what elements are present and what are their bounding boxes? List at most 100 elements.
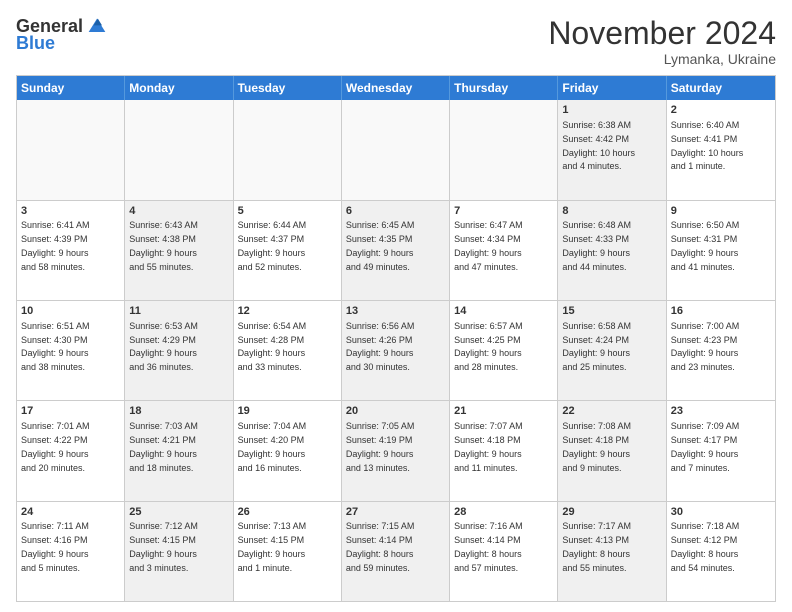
cal-cell-empty-0-0 <box>17 100 125 199</box>
day-info: Sunrise: 7:16 AM Sunset: 4:14 PM Dayligh… <box>454 521 523 572</box>
cal-cell-28: 28Sunrise: 7:16 AM Sunset: 4:14 PM Dayli… <box>450 502 558 601</box>
cal-cell-19: 19 Sunrise: 7:04 AM Sunset: 4:20 PM Dayli… <box>234 401 342 500</box>
cal-cell-5: 5Sunrise: 6:44 AM Sunset: 4:37 PM Daylig… <box>234 201 342 300</box>
day-number: 17 <box>21 404 120 419</box>
header-day-friday: Friday <box>558 76 666 100</box>
location: Lymanka, Ukraine <box>548 51 776 67</box>
calendar-body: 1 Sunrise: 6:38 AM Sunset: 4:42 PM Daylig… <box>17 100 775 601</box>
cal-cell-26: 26Sunrise: 7:13 AM Sunset: 4:15 PM Dayli… <box>234 502 342 601</box>
day-number: 3 <box>21 204 120 219</box>
day-info: Sunrise: 6:57 AM Sunset: 4:25 PM Dayligh… <box>454 321 523 372</box>
day-info: Sunrise: 6:43 AM Sunset: 4:38 PM Dayligh… <box>129 220 198 271</box>
day-info: Sunrise: 7:07 AM Sunset: 4:18 PM Dayligh… <box>454 421 523 472</box>
day-number: 5 <box>238 204 337 219</box>
day-info: Sunrise: 7:12 AM Sunset: 4:15 PM Dayligh… <box>129 521 198 572</box>
day-number: 29 <box>562 505 661 520</box>
day-number: 25 <box>129 505 228 520</box>
cal-row-1: 3Sunrise: 6:41 AM Sunset: 4:39 PM Daylig… <box>17 200 775 300</box>
day-number: 1 <box>562 103 661 118</box>
day-number: 26 <box>238 505 337 520</box>
day-number: 20 <box>346 404 445 419</box>
day-number: 12 <box>238 304 337 319</box>
day-number: 19 <box>238 404 337 419</box>
logo-icon <box>87 17 107 37</box>
day-info: Sunrise: 7:11 AM Sunset: 4:16 PM Dayligh… <box>21 521 89 572</box>
header-day-thursday: Thursday <box>450 76 558 100</box>
cal-cell-empty-0-1 <box>125 100 233 199</box>
logo: General Blue <box>16 16 107 54</box>
cal-cell-27: 27Sunrise: 7:15 AM Sunset: 4:14 PM Dayli… <box>342 502 450 601</box>
day-number: 15 <box>562 304 661 319</box>
day-info: Sunrise: 6:40 AM Sunset: 4:41 PM Dayligh… <box>671 120 744 171</box>
day-info: Sunrise: 6:41 AM Sunset: 4:39 PM Dayligh… <box>21 220 90 271</box>
cal-cell-18: 18 Sunrise: 7:03 AM Sunset: 4:21 PM Dayli… <box>125 401 233 500</box>
header-day-sunday: Sunday <box>17 76 125 100</box>
day-info: Sunrise: 7:09 AM Sunset: 4:17 PM Dayligh… <box>671 421 740 472</box>
day-info: Sunrise: 7:03 AM Sunset: 4:21 PM Dayligh… <box>129 421 198 472</box>
day-info: Sunrise: 6:58 AM Sunset: 4:24 PM Dayligh… <box>562 321 631 372</box>
cal-cell-14: 14 Sunrise: 6:57 AM Sunset: 4:25 PM Dayli… <box>450 301 558 400</box>
day-number: 22 <box>562 404 661 419</box>
cal-cell-7: 7Sunrise: 6:47 AM Sunset: 4:34 PM Daylig… <box>450 201 558 300</box>
cal-cell-17: 17 Sunrise: 7:01 AM Sunset: 4:22 PM Dayli… <box>17 401 125 500</box>
day-info: Sunrise: 6:50 AM Sunset: 4:31 PM Dayligh… <box>671 220 740 271</box>
day-number: 28 <box>454 505 553 520</box>
day-info: Sunrise: 7:13 AM Sunset: 4:15 PM Dayligh… <box>238 521 307 572</box>
cal-cell-25: 25Sunrise: 7:12 AM Sunset: 4:15 PM Dayli… <box>125 502 233 601</box>
day-number: 23 <box>671 404 771 419</box>
cal-cell-23: 23 Sunrise: 7:09 AM Sunset: 4:17 PM Dayli… <box>667 401 775 500</box>
day-info: Sunrise: 6:51 AM Sunset: 4:30 PM Dayligh… <box>21 321 90 372</box>
day-info: Sunrise: 6:45 AM Sunset: 4:35 PM Dayligh… <box>346 220 415 271</box>
header-day-wednesday: Wednesday <box>342 76 450 100</box>
day-number: 13 <box>346 304 445 319</box>
cal-cell-9: 9Sunrise: 6:50 AM Sunset: 4:31 PM Daylig… <box>667 201 775 300</box>
calendar: SundayMondayTuesdayWednesdayThursdayFrid… <box>16 75 776 602</box>
cal-cell-22: 22 Sunrise: 7:08 AM Sunset: 4:18 PM Dayli… <box>558 401 666 500</box>
cal-cell-8: 8Sunrise: 6:48 AM Sunset: 4:33 PM Daylig… <box>558 201 666 300</box>
calendar-header: SundayMondayTuesdayWednesdayThursdayFrid… <box>17 76 775 100</box>
day-info: Sunrise: 6:54 AM Sunset: 4:28 PM Dayligh… <box>238 321 307 372</box>
day-info: Sunrise: 6:47 AM Sunset: 4:34 PM Dayligh… <box>454 220 523 271</box>
day-info: Sunrise: 7:17 AM Sunset: 4:13 PM Dayligh… <box>562 521 631 572</box>
day-info: Sunrise: 7:15 AM Sunset: 4:14 PM Dayligh… <box>346 521 415 572</box>
day-number: 9 <box>671 204 771 219</box>
cal-cell-empty-0-3 <box>342 100 450 199</box>
cal-row-0: 1 Sunrise: 6:38 AM Sunset: 4:42 PM Daylig… <box>17 100 775 199</box>
day-info: Sunrise: 7:08 AM Sunset: 4:18 PM Dayligh… <box>562 421 631 472</box>
day-info: Sunrise: 6:38 AM Sunset: 4:42 PM Dayligh… <box>562 120 635 171</box>
cal-cell-15: 15 Sunrise: 6:58 AM Sunset: 4:24 PM Dayli… <box>558 301 666 400</box>
header-day-monday: Monday <box>125 76 233 100</box>
cal-cell-empty-0-2 <box>234 100 342 199</box>
cal-cell-16: 16 Sunrise: 7:00 AM Sunset: 4:23 PM Dayli… <box>667 301 775 400</box>
day-number: 7 <box>454 204 553 219</box>
cal-cell-30: 30Sunrise: 7:18 AM Sunset: 4:12 PM Dayli… <box>667 502 775 601</box>
day-number: 16 <box>671 304 771 319</box>
day-number: 24 <box>21 505 120 520</box>
day-number: 4 <box>129 204 228 219</box>
cal-cell-11: 11 Sunrise: 6:53 AM Sunset: 4:29 PM Dayli… <box>125 301 233 400</box>
month-title: November 2024 <box>548 16 776 51</box>
day-info: Sunrise: 6:48 AM Sunset: 4:33 PM Dayligh… <box>562 220 631 271</box>
day-info: Sunrise: 7:01 AM Sunset: 4:22 PM Dayligh… <box>21 421 90 472</box>
day-number: 6 <box>346 204 445 219</box>
day-info: Sunrise: 7:18 AM Sunset: 4:12 PM Dayligh… <box>671 521 740 572</box>
day-info: Sunrise: 6:53 AM Sunset: 4:29 PM Dayligh… <box>129 321 198 372</box>
cal-cell-1: 1 Sunrise: 6:38 AM Sunset: 4:42 PM Daylig… <box>558 100 666 199</box>
day-info: Sunrise: 7:00 AM Sunset: 4:23 PM Dayligh… <box>671 321 740 372</box>
cal-cell-24: 24Sunrise: 7:11 AM Sunset: 4:16 PM Dayli… <box>17 502 125 601</box>
day-number: 14 <box>454 304 553 319</box>
cal-cell-2: 2Sunrise: 6:40 AM Sunset: 4:41 PM Daylig… <box>667 100 775 199</box>
day-number: 27 <box>346 505 445 520</box>
page: General Blue November 2024 Lymanka, Ukra… <box>0 0 792 612</box>
cal-cell-empty-0-4 <box>450 100 558 199</box>
cal-cell-4: 4Sunrise: 6:43 AM Sunset: 4:38 PM Daylig… <box>125 201 233 300</box>
day-info: Sunrise: 6:44 AM Sunset: 4:37 PM Dayligh… <box>238 220 307 271</box>
title-block: November 2024 Lymanka, Ukraine <box>548 16 776 67</box>
day-number: 8 <box>562 204 661 219</box>
cal-row-2: 10Sunrise: 6:51 AM Sunset: 4:30 PM Dayli… <box>17 300 775 400</box>
day-number: 11 <box>129 304 228 319</box>
day-number: 18 <box>129 404 228 419</box>
day-number: 21 <box>454 404 553 419</box>
day-info: Sunrise: 6:56 AM Sunset: 4:26 PM Dayligh… <box>346 321 415 372</box>
day-info: Sunrise: 7:04 AM Sunset: 4:20 PM Dayligh… <box>238 421 307 472</box>
